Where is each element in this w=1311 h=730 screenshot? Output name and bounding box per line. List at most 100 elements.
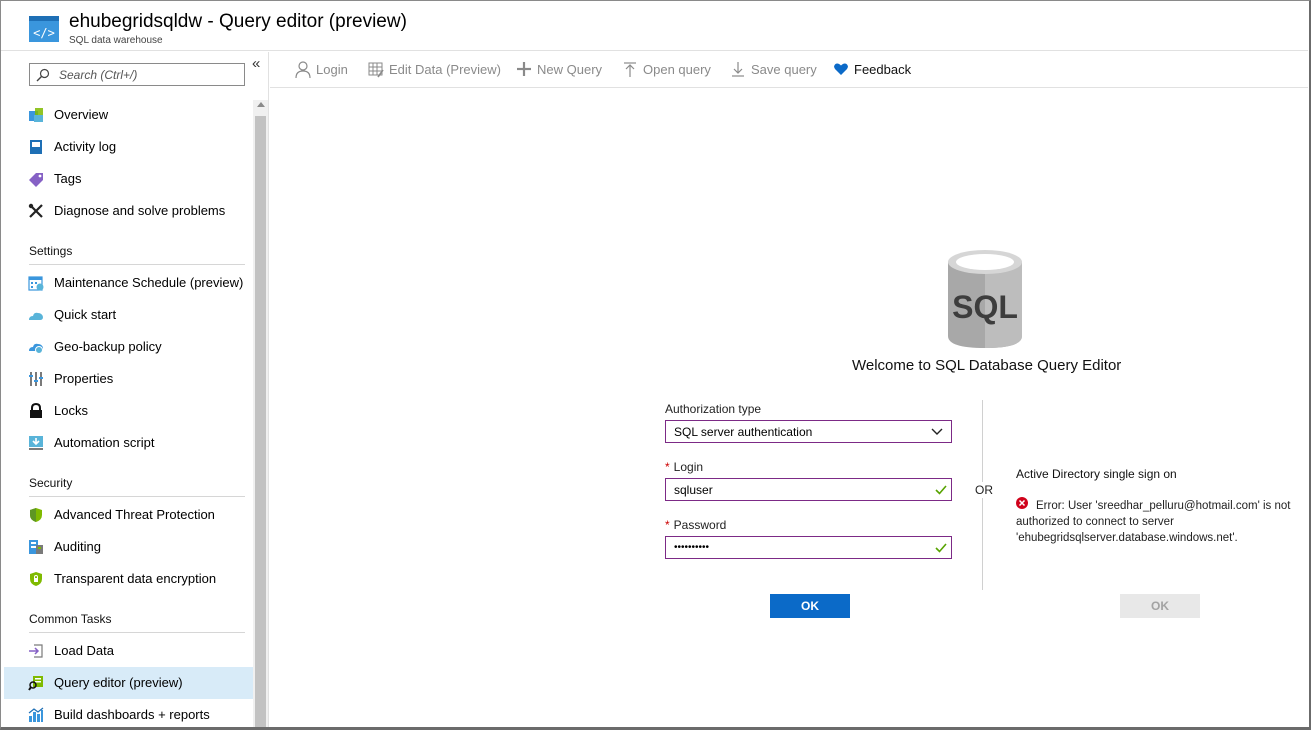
user-icon: [295, 61, 311, 79]
required-mark: *: [665, 518, 670, 532]
sidebar-item-label: Quick start: [54, 307, 117, 322]
chevron-down-icon: [931, 428, 943, 435]
password-input[interactable]: ••••••••••: [665, 536, 952, 559]
sidebar-item-label: Activity log: [54, 139, 117, 154]
edit-data-label: Edit Data (Preview): [389, 62, 501, 77]
sidebar-item-threat-protection[interactable]: Advanced Threat Protection: [4, 499, 253, 531]
sidebar-item-label: Automation script: [54, 435, 155, 450]
encryption-shield-icon: [30, 572, 42, 586]
login-input[interactable]: sqluser: [665, 478, 952, 501]
svg-text:</>: </>: [33, 26, 55, 40]
sidebar-item-label: Properties: [54, 371, 114, 386]
sidebar-item-auditing[interactable]: Auditing: [4, 531, 253, 563]
auth-type-label: Authorization type: [665, 402, 762, 416]
new-query-label: New Query: [537, 62, 603, 77]
sidebar-item-label: Diagnose and solve problems: [54, 203, 226, 218]
section-header-settings: Settings: [29, 244, 245, 265]
search-icon: [36, 68, 50, 82]
section-header-common-tasks: Common Tasks: [29, 612, 245, 633]
login-label: Login: [316, 62, 348, 77]
sidebar-item-tags[interactable]: Tags: [4, 163, 253, 195]
scroll-up-arrow-icon[interactable]: [257, 102, 265, 107]
check-icon: [935, 543, 947, 553]
download-arrow-icon: [732, 62, 744, 77]
sidebar-item-label: Build dashboards + reports: [54, 707, 210, 722]
sql-icon-text: SQL: [952, 289, 1018, 325]
sidebar-item-label: Query editor (preview): [54, 675, 183, 690]
scroll-thumb[interactable]: [255, 116, 266, 727]
ad-ok-button[interactable]: OK: [1120, 594, 1200, 618]
auth-type-select[interactable]: SQL server authentication: [665, 420, 952, 443]
sidebar-item-quick-start[interactable]: Quick start: [4, 299, 253, 331]
open-query-label: Open query: [643, 62, 711, 77]
geo-backup-icon: [29, 343, 43, 354]
sidebar-item-activity-log[interactable]: Activity log: [4, 131, 253, 163]
query-editor-icon: [28, 676, 43, 691]
sidebar-item-maintenance[interactable]: Maintenance Schedule (preview): [4, 267, 253, 299]
required-mark: *: [665, 460, 670, 474]
login-field-label: * Login: [665, 460, 703, 474]
ad-sso-title: Active Directory single sign on: [1016, 467, 1177, 481]
chart-icon: [28, 707, 44, 722]
error-message: Error: User 'sreedhar_pelluru@hotmail.co…: [1016, 500, 1291, 544]
calendar-icon: [28, 276, 44, 291]
sidebar-item-load-data[interactable]: Load Data: [4, 635, 253, 667]
page-title: ehubegridsqldw - Query editor (preview): [69, 11, 407, 32]
heart-icon: [834, 63, 848, 75]
activity-log-icon: [30, 140, 42, 154]
search-input[interactable]: Search (Ctrl+/): [29, 63, 245, 86]
resource-menu: Search (Ctrl+/) « Overview Activity log …: [1, 52, 269, 727]
sidebar-item-label: Transparent data encryption: [54, 571, 217, 586]
welcome-heading: Welcome to SQL Database Query Editor: [852, 357, 1122, 374]
search-placeholder: Search (Ctrl+/): [59, 68, 138, 82]
password-field-label: * Password: [665, 518, 726, 532]
sidebar-item-label: Geo-backup policy: [54, 339, 162, 354]
collapse-menu-button[interactable]: «: [252, 55, 260, 72]
login-value: sqluser: [674, 483, 713, 497]
cloud-icon: [29, 312, 43, 320]
sidebar-item-encryption[interactable]: Transparent data encryption: [4, 563, 253, 595]
sidebar-item-label: Auditing: [54, 539, 101, 554]
overview-icon: [29, 108, 43, 122]
sql-database-icon: SQL: [948, 250, 1022, 348]
sidebar-item-diagnose[interactable]: Diagnose and solve problems: [4, 195, 253, 227]
feedback-label: Feedback: [854, 62, 912, 77]
sidebar-item-query-editor[interactable]: Query editor (preview): [4, 667, 253, 699]
sidebar-item-label: Tags: [54, 171, 82, 186]
ok-button[interactable]: OK: [770, 594, 850, 618]
or-separator: OR: [975, 482, 993, 498]
sidebar-item-dashboards[interactable]: Build dashboards + reports: [4, 699, 253, 727]
load-data-icon: [29, 644, 43, 658]
upload-icon: [624, 62, 636, 77]
command-bar: Login Edit Data (Preview) New Query Open…: [270, 52, 1308, 88]
sidebar-item-overview[interactable]: Overview: [4, 99, 253, 131]
sidebar-item-locks[interactable]: Locks: [4, 395, 253, 427]
plus-icon: [517, 62, 531, 76]
auditing-icon: [29, 540, 43, 554]
sidebar-item-label: Locks: [54, 403, 88, 418]
sidebar-item-properties[interactable]: Properties: [4, 363, 253, 395]
blade-header: </> ehubegridsqldw - Query editor (previ…: [1, 1, 1308, 51]
page-subtitle: SQL data warehouse: [69, 35, 163, 46]
wrench-icon: [28, 203, 43, 218]
sidebar-item-label: Load Data: [54, 643, 114, 658]
check-icon: [935, 485, 947, 495]
download-icon: [29, 436, 43, 450]
grid-edit-icon: [368, 62, 384, 78]
auth-type-value: SQL server authentication: [674, 425, 813, 439]
properties-icon: [29, 372, 43, 386]
sidebar-item-automation-script[interactable]: Automation script: [4, 427, 253, 459]
sidebar-item-label: Overview: [54, 107, 109, 122]
section-header-security: Security: [29, 476, 245, 497]
sidebar-scrollbar[interactable]: [253, 100, 268, 727]
sidebar-item-geo-backup[interactable]: Geo-backup policy: [4, 331, 253, 363]
password-value: ••••••••••: [674, 542, 710, 553]
sidebar-item-label: Maintenance Schedule (preview): [54, 275, 244, 290]
sidebar-item-label: Advanced Threat Protection: [54, 507, 215, 522]
login-label-text: Login: [673, 460, 704, 474]
password-label-text: Password: [673, 518, 727, 532]
save-query-label: Save query: [751, 62, 817, 77]
lock-icon: [30, 403, 42, 418]
tag-icon: [29, 173, 43, 187]
shield-icon: [30, 508, 42, 522]
